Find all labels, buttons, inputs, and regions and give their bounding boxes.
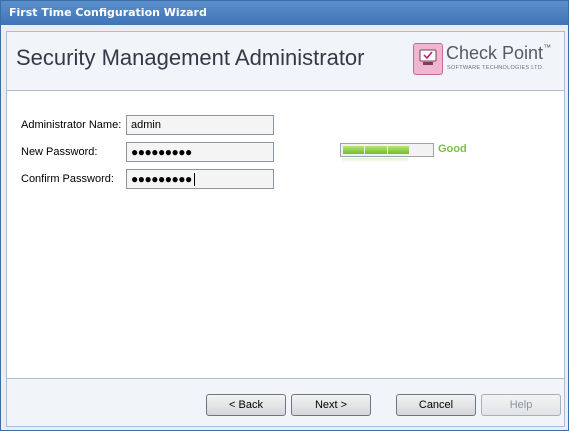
confirm-password-masked: ●●●●●●●●● xyxy=(131,172,192,186)
page-title: Security Management Administrator xyxy=(16,45,365,70)
strength-segment-divider xyxy=(410,146,411,154)
footer-divider xyxy=(7,378,564,379)
new-password-input[interactable]: ●●●●●●●●● xyxy=(126,142,274,162)
wizard-header: Security Management Administrator Check … xyxy=(7,32,564,90)
title-bar[interactable]: First Time Configuration Wizard xyxy=(1,1,568,25)
help-button[interactable]: Help xyxy=(481,394,561,416)
admin-name-value: admin xyxy=(131,119,161,131)
strength-bar xyxy=(340,143,434,157)
cancel-button[interactable]: Cancel xyxy=(396,394,476,416)
window-title: First Time Configuration Wizard xyxy=(9,6,207,19)
admin-name-input[interactable]: admin xyxy=(126,115,274,135)
confirm-password-label: Confirm Password: xyxy=(21,173,114,185)
new-password-masked: ●●●●●●●●● xyxy=(131,145,192,159)
wizard-window: First Time Configuration Wizard Security… xyxy=(0,0,569,431)
logo-subtitle: SOFTWARE TECHNOLOGIES LTD. xyxy=(447,65,544,71)
confirm-password-input[interactable]: ●●●●●●●●● xyxy=(126,169,274,189)
strength-label: Good xyxy=(438,143,467,155)
admin-name-label: Administrator Name: xyxy=(21,119,122,131)
new-password-label: New Password: xyxy=(21,146,98,158)
strength-reflection xyxy=(342,158,408,162)
wizard-panel: Security Management Administrator Check … xyxy=(6,31,565,427)
strength-fill xyxy=(343,146,409,154)
logo-name-text: Check Point xyxy=(446,43,544,63)
check-point-logo-icon xyxy=(413,43,443,75)
logo-name: Check Point™ xyxy=(446,43,551,64)
strength-segment-divider xyxy=(364,146,365,154)
form-content: Administrator Name: admin New Password: … xyxy=(7,91,564,378)
logo-trademark: ™ xyxy=(543,43,552,52)
password-strength-meter xyxy=(340,143,434,169)
back-button[interactable]: < Back xyxy=(206,394,286,416)
next-button[interactable]: Next > xyxy=(291,394,371,416)
check-point-logo: Check Point™ SOFTWARE TECHNOLOGIES LTD. xyxy=(413,43,553,77)
strength-segment-divider xyxy=(387,146,388,154)
text-caret xyxy=(194,173,195,186)
